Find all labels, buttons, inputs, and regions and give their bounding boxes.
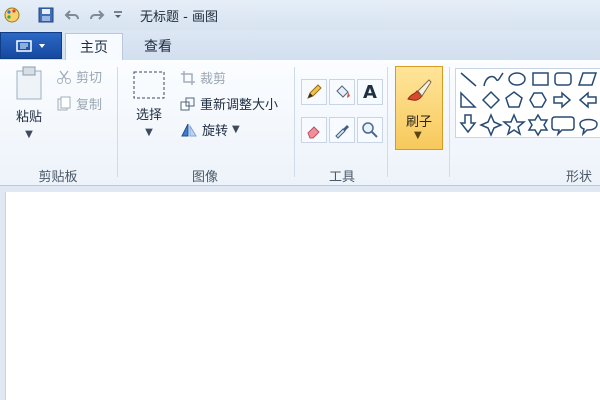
color-picker-tool[interactable] xyxy=(329,117,355,143)
tools-group-label: 工具 xyxy=(328,170,355,185)
paint-app-icon[interactable] xyxy=(2,6,22,24)
resize-icon xyxy=(180,97,195,110)
hexagon-shape-icon xyxy=(529,92,547,108)
resize-button[interactable]: 重新调整大小 xyxy=(180,94,278,113)
save-icon[interactable] xyxy=(36,6,56,24)
drawing-canvas[interactable] xyxy=(5,192,600,400)
paste-icon xyxy=(16,66,42,100)
six-point-star-shape-icon xyxy=(527,113,549,137)
diamond-shape-icon xyxy=(481,90,501,110)
redo-icon[interactable] xyxy=(87,6,107,24)
fill-bucket-icon xyxy=(336,85,350,98)
shapes-gallery[interactable] xyxy=(455,68,600,138)
fill-tool[interactable] xyxy=(329,79,355,105)
separator xyxy=(387,67,388,177)
crop-icon xyxy=(181,70,195,85)
clipboard-group-label: 剪贴板 xyxy=(38,170,78,185)
paint-menu-button[interactable] xyxy=(0,32,62,59)
color-picker-icon xyxy=(335,125,349,139)
five-point-star-shape-icon xyxy=(501,113,527,136)
copy-icon xyxy=(57,96,71,110)
selection-icon xyxy=(133,71,165,99)
right-arrow-shape-icon xyxy=(553,91,572,109)
magnifier-icon xyxy=(362,122,378,138)
line-shape-icon xyxy=(460,72,477,87)
magnifier-tool[interactable] xyxy=(357,117,383,143)
pentagon-shape-icon xyxy=(505,91,523,108)
scissors-icon xyxy=(57,70,71,84)
shapes-group-label: 形状 xyxy=(565,170,592,185)
image-group-label: 图像 xyxy=(191,170,218,185)
left-arrow-shape-icon xyxy=(578,91,597,109)
brushes-button[interactable]: 刷子 ▼ xyxy=(395,66,443,150)
select-button[interactable]: 选择 ▼ xyxy=(129,70,169,138)
triangle-shape-icon xyxy=(460,91,477,108)
curve-shape-icon xyxy=(483,72,504,87)
polygon-shape-icon xyxy=(577,72,598,86)
copy-button[interactable]: 复制 xyxy=(56,94,102,113)
undo-icon[interactable] xyxy=(62,6,82,24)
separator xyxy=(294,67,295,177)
crop-button[interactable]: 裁剪 xyxy=(180,68,226,87)
text-tool[interactable]: A xyxy=(357,79,383,105)
pencil-tool[interactable] xyxy=(301,79,327,105)
separator xyxy=(449,67,450,177)
down-arrow-shape-icon xyxy=(459,114,477,134)
brushes-caret-icon: ▼ xyxy=(414,130,422,141)
rounded-rectangle-shape-icon xyxy=(554,72,572,86)
pencil-icon xyxy=(307,84,322,99)
shapes-grid xyxy=(459,72,598,137)
cut-button[interactable]: 剪切 xyxy=(56,67,102,86)
oval-shape-icon xyxy=(508,72,526,86)
rotate-icon xyxy=(181,123,197,136)
brushes-label: 刷子 xyxy=(405,115,432,130)
separator xyxy=(117,67,118,177)
title-bar: 无标题 - 画图 xyxy=(0,0,600,31)
menu-icon xyxy=(16,39,32,52)
text-tool-icon: A xyxy=(363,81,377,103)
menu-caret-icon xyxy=(39,43,45,48)
oval-callout-shape-icon xyxy=(579,118,598,137)
eraser-tool[interactable] xyxy=(301,117,327,143)
rotate-caret-icon: ▼ xyxy=(232,124,240,135)
tab-home[interactable]: 主页 xyxy=(65,33,123,60)
four-point-star-shape-icon xyxy=(479,113,503,137)
tab-view[interactable]: 查看 xyxy=(130,33,186,59)
rotate-button[interactable]: 旋转 ▼ xyxy=(180,120,240,139)
brush-icon xyxy=(404,75,434,105)
rounded-callout-shape-icon xyxy=(551,116,575,137)
rectangle-shape-icon xyxy=(532,72,549,86)
eraser-icon xyxy=(307,126,320,139)
paste-button[interactable]: 粘贴 ▼ xyxy=(8,66,50,140)
paste-caret-icon: ▼ xyxy=(25,129,33,140)
select-caret-icon: ▼ xyxy=(145,127,153,138)
customize-caret-icon[interactable] xyxy=(112,6,124,24)
window-title: 无标题 - 画图 xyxy=(140,10,218,25)
